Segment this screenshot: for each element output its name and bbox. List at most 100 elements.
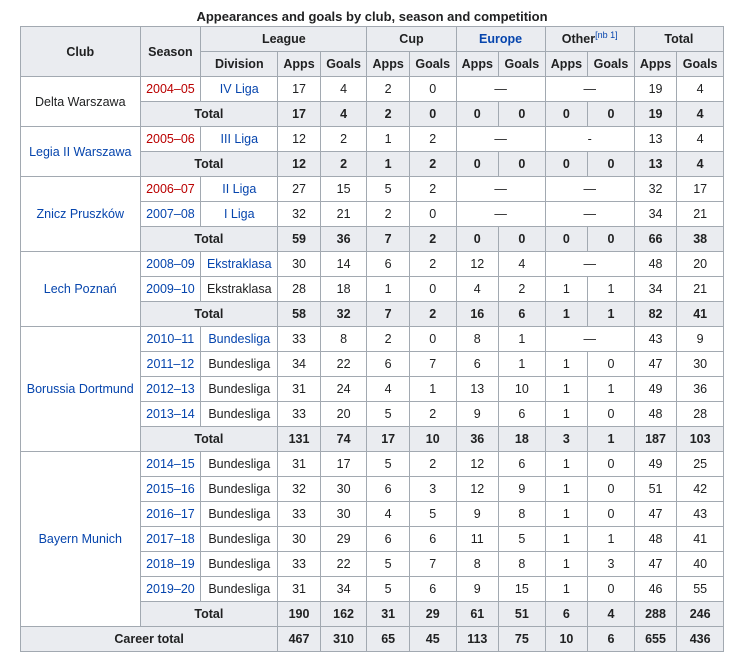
stat-cell: 17 [676, 176, 724, 202]
division-link[interactable]: I Liga [200, 201, 279, 227]
total-cell: 51 [498, 601, 546, 627]
stat-dash: — [455, 201, 546, 227]
career-cell: 75 [498, 626, 546, 652]
stat-cell: 2 [366, 76, 410, 102]
stat-cell: 6 [498, 451, 546, 477]
season-link[interactable]: 2011–12 [139, 351, 202, 377]
stat-cell: 4 [676, 126, 724, 152]
season-link[interactable]: 2010–11 [139, 326, 202, 352]
season-link[interactable]: 2007–08 [139, 201, 202, 227]
stat-cell: 47 [633, 551, 678, 577]
stat-cell: 1 [544, 551, 589, 577]
stat-cell: 1 [544, 501, 589, 527]
header-row-top: Club Season League Cup Europe Other[nb 1… [20, 26, 725, 77]
stat-cell: 46 [633, 576, 678, 602]
header-cup-goals: Goals [408, 51, 457, 77]
total-cell: 0 [587, 151, 635, 177]
stat-cell: 48 [633, 251, 678, 277]
season-link[interactable]: 2004–05 [139, 76, 202, 102]
season-link[interactable]: 2017–18 [139, 526, 202, 552]
division-link[interactable]: IV Liga [200, 76, 279, 102]
club-link[interactable]: Borussia Dortmund [20, 326, 141, 452]
division-link[interactable]: III Liga [200, 126, 279, 152]
season-link[interactable]: 2015–16 [139, 476, 202, 502]
total-cell: 66 [633, 226, 678, 252]
total-cell: 2 [319, 151, 368, 177]
stat-cell: 8 [319, 326, 368, 352]
total-cell: 1 [587, 301, 635, 327]
division-cell: Bundesliga [200, 501, 279, 527]
season-link[interactable]: 2005–06 [139, 126, 202, 152]
career-cell: 65 [366, 626, 410, 652]
division-link[interactable]: II Liga [200, 176, 279, 202]
total-cell: 3 [544, 426, 589, 452]
season-link[interactable]: 2009–10 [139, 276, 202, 302]
stat-cell: 0 [587, 351, 635, 377]
header-europe-link[interactable]: Europe [455, 26, 546, 52]
stat-dash: — [455, 126, 546, 152]
division-link[interactable]: Ekstraklasa [200, 251, 279, 277]
stat-cell: 33 [277, 401, 321, 427]
season-link[interactable]: 2018–19 [139, 551, 202, 577]
stat-cell: 1 [544, 276, 589, 302]
career-cell: 436 [676, 626, 724, 652]
career-total-row: Career total 467 310 65 45 113 75 10 6 6… [19, 626, 724, 652]
stats-body: Delta Warszawa 2004–05 IV Liga 17 4 2 0— —19 4 To… [20, 76, 724, 627]
header-division: Division [200, 51, 279, 77]
header-cup-apps: Apps [366, 51, 410, 77]
total-cell: 12 [277, 151, 321, 177]
stat-dash: - [544, 126, 635, 152]
club-link[interactable]: Bayern Munich [20, 451, 141, 627]
stat-cell: 12 [455, 251, 500, 277]
total-cell: 103 [676, 426, 724, 452]
stat-cell: 28 [277, 276, 321, 302]
stat-cell: 30 [676, 351, 724, 377]
season-link[interactable]: 2006–07 [139, 176, 202, 202]
total-cell: 17 [277, 101, 321, 127]
total-cell: 246 [676, 601, 724, 627]
season-link[interactable]: 2012–13 [139, 376, 202, 402]
header-other: Other[nb 1] [544, 26, 635, 52]
total-cell: 0 [455, 101, 500, 127]
header-total: Total [633, 26, 725, 52]
total-cell: 61 [455, 601, 500, 627]
stat-cell: 8 [498, 501, 546, 527]
stat-cell: 55 [676, 576, 724, 602]
season-link[interactable]: 2019–20 [139, 576, 202, 602]
stat-cell: 9 [676, 326, 724, 352]
stat-cell: 48 [633, 526, 678, 552]
season-link[interactable]: 2013–14 [139, 401, 202, 427]
total-cell: 187 [633, 426, 678, 452]
stat-cell: 2 [366, 326, 410, 352]
season-link[interactable]: 2008–09 [139, 251, 202, 277]
stat-cell: 7 [408, 551, 457, 577]
division-cell: Bundesliga [200, 351, 279, 377]
stat-cell: 1 [587, 526, 635, 552]
season-link[interactable]: 2014–15 [139, 451, 202, 477]
stat-cell: 22 [319, 551, 368, 577]
stat-cell: 15 [498, 576, 546, 602]
club-link[interactable]: Legia II Warszawa [20, 126, 141, 177]
stat-cell: 0 [408, 76, 457, 102]
club-link[interactable]: Lech Poznań [20, 251, 141, 327]
division-cell: Bundesliga [200, 401, 279, 427]
header-other-goals: Goals [587, 51, 635, 77]
header-europe-apps: Apps [455, 51, 500, 77]
club-link[interactable]: Znicz Pruszków [20, 176, 141, 252]
other-footnote-link[interactable]: [nb 1] [595, 30, 618, 40]
division-cell: Bundesliga [200, 576, 279, 602]
stat-dash: — [544, 251, 635, 277]
stat-cell: 2 [319, 126, 368, 152]
table-caption: Appearances and goals by club, season an… [196, 9, 548, 24]
header-league: League [200, 26, 368, 52]
stat-cell: 1 [587, 276, 635, 302]
stat-cell: 6 [366, 476, 410, 502]
season-link[interactable]: 2016–17 [139, 501, 202, 527]
division-link[interactable]: Bundesliga [200, 326, 279, 352]
stat-cell: 21 [676, 201, 724, 227]
career-total-label: Career total [19, 626, 279, 652]
total-cell: 19 [633, 101, 678, 127]
stat-cell: 7 [408, 351, 457, 377]
career-cell: 113 [455, 626, 500, 652]
total-cell: 13 [633, 151, 678, 177]
